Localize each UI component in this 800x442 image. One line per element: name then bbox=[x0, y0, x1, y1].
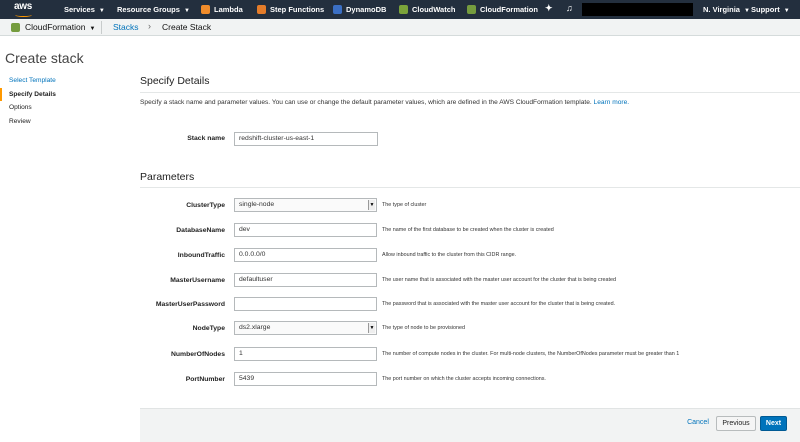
caret-down-icon: ▼ bbox=[783, 8, 790, 14]
param-select-clustertype[interactable]: single-node ▼ bbox=[234, 198, 377, 212]
param-label-masterusername: MasterUsername bbox=[170, 277, 225, 284]
service-breadcrumb-bar: CloudFormation ▼ Stacks › Create Stack bbox=[0, 19, 800, 36]
resource-groups-menu[interactable]: Resource Groups ▼ bbox=[117, 5, 190, 14]
service-menu[interactable]: CloudFormation ▼ bbox=[25, 22, 95, 32]
aws-logo-smile-icon bbox=[15, 13, 32, 17]
step-review: Review bbox=[9, 117, 31, 125]
nav-shortcut-cloudwatch[interactable]: CloudWatch bbox=[399, 5, 455, 14]
section-title-parameters: Parameters bbox=[140, 171, 195, 183]
cloudformation-icon bbox=[467, 5, 476, 14]
nav-shortcut-cloudformation[interactable]: CloudFormation bbox=[467, 5, 538, 14]
cancel-button[interactable]: Cancel bbox=[683, 416, 713, 431]
step-options: Options bbox=[9, 104, 32, 111]
param-input-portnumber[interactable]: 5439 bbox=[234, 372, 377, 386]
param-help-databasename: The name of the first database to be cre… bbox=[382, 227, 554, 233]
wizard-steps-sidebar: Select Template Specify Details Options … bbox=[0, 74, 120, 128]
param-input-databasename[interactable]: dev bbox=[234, 223, 377, 237]
services-menu[interactable]: Services ▼ bbox=[64, 5, 105, 14]
previous-button[interactable]: Previous bbox=[716, 416, 756, 431]
param-select-nodetype[interactable]: ds2.xlarge ▼ bbox=[234, 321, 377, 335]
param-input-numberofnodes[interactable]: 1 bbox=[234, 347, 377, 361]
param-input-inboundtraffic[interactable]: 0.0.0.0/0 bbox=[234, 248, 377, 262]
param-input-masterusername[interactable]: defaultuser bbox=[234, 273, 377, 287]
dropdown-arrow-icon: ▼ bbox=[368, 200, 375, 210]
param-label-inboundtraffic: InboundTraffic bbox=[177, 252, 225, 259]
param-help-clustertype: The type of cluster bbox=[382, 202, 427, 208]
page-title: Create stack bbox=[5, 50, 84, 66]
lambda-icon bbox=[201, 5, 210, 14]
caret-down-icon: ▼ bbox=[743, 8, 750, 14]
step-specify-details: Specify Details bbox=[0, 87, 120, 101]
step-functions-icon bbox=[257, 5, 266, 14]
divider bbox=[101, 21, 102, 34]
pin-icon[interactable]: ✦ bbox=[545, 3, 553, 14]
account-menu[interactable] bbox=[582, 3, 693, 16]
nav-shortcut-lambda[interactable]: Lambda bbox=[201, 5, 243, 14]
details-description: Specify a stack name and parameter value… bbox=[140, 99, 630, 106]
nav-shortcut-dynamodb[interactable]: DynamoDB bbox=[333, 5, 386, 14]
nav-shortcut-step-functions[interactable]: Step Functions bbox=[257, 5, 324, 14]
param-help-numberofnodes: The number of compute nodes in the clust… bbox=[382, 351, 680, 357]
bell-icon[interactable]: ♫ bbox=[566, 3, 573, 13]
breadcrumb-current: Create Stack bbox=[162, 22, 212, 32]
caret-down-icon: ▼ bbox=[183, 8, 190, 14]
cloudformation-icon bbox=[11, 23, 20, 32]
param-label-portnumber: PortNumber bbox=[185, 376, 225, 383]
divider bbox=[140, 187, 800, 188]
top-navigation-bar: aws Services ▼ Resource Groups ▼ Lambda St… bbox=[0, 0, 800, 19]
step-select-template[interactable]: Select Template bbox=[0, 74, 120, 88]
param-help-masteruserpassword: The password that is associated with the… bbox=[382, 301, 616, 307]
next-button[interactable]: Next bbox=[760, 416, 787, 431]
param-label-masteruserpassword: MasterUserPassword bbox=[155, 301, 225, 308]
aws-logo[interactable]: aws bbox=[14, 1, 32, 12]
caret-down-icon: ▼ bbox=[98, 8, 105, 14]
stack-name-label: Stack name bbox=[187, 135, 225, 142]
caret-down-icon: ▼ bbox=[89, 26, 96, 32]
param-input-masteruserpassword[interactable] bbox=[234, 297, 377, 311]
cloudwatch-icon bbox=[399, 5, 408, 14]
dropdown-arrow-icon: ▼ bbox=[368, 323, 375, 333]
learn-more-link[interactable]: Learn more. bbox=[594, 99, 630, 106]
breadcrumb-stacks-link[interactable]: Stacks bbox=[113, 22, 139, 32]
dynamodb-icon bbox=[333, 5, 342, 14]
divider bbox=[140, 92, 800, 93]
param-label-databasename: DatabaseName bbox=[176, 227, 225, 234]
region-menu[interactable]: N. Virginia ▼ bbox=[703, 5, 750, 14]
section-title-specify-details: Specify Details bbox=[140, 75, 210, 87]
breadcrumb-chevron-icon: › bbox=[148, 21, 151, 31]
param-label-nodetype: NodeType bbox=[192, 325, 225, 332]
support-menu[interactable]: Support ▼ bbox=[751, 5, 790, 14]
stack-name-input[interactable]: redshift-cluster-us-east-1 bbox=[234, 132, 378, 146]
param-label-clustertype: ClusterType bbox=[186, 202, 225, 209]
param-help-masterusername: The user name that is associated with th… bbox=[382, 277, 617, 283]
param-help-portnumber: The port number on which the cluster acc… bbox=[382, 376, 546, 382]
param-label-numberofnodes: NumberOfNodes bbox=[170, 351, 225, 358]
param-help-nodetype: The type of node to be provisioned bbox=[382, 325, 466, 331]
param-help-inboundtraffic: Allow inbound traffic to the cluster fro… bbox=[382, 252, 517, 258]
